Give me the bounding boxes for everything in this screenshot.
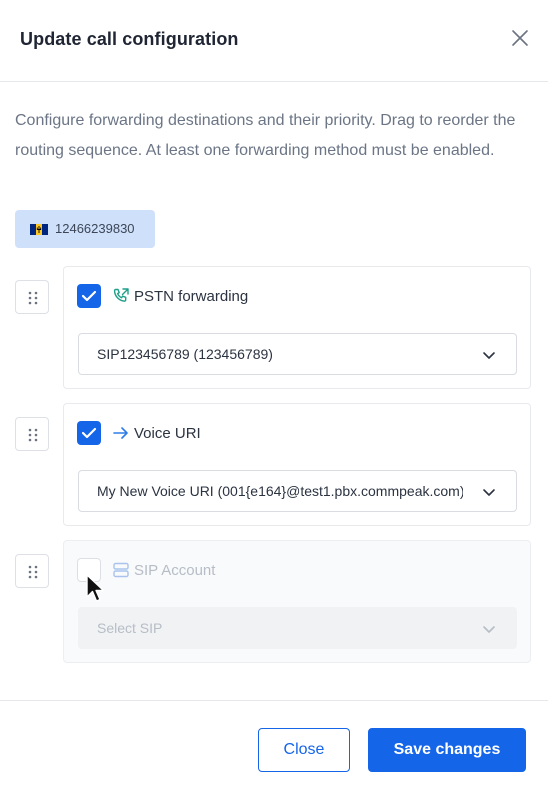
chevron-down-icon <box>483 352 495 359</box>
chevron-down-icon <box>483 626 495 633</box>
dialog-header: Update call configuration <box>0 0 548 82</box>
drag-handle-sip-account[interactable] <box>15 554 49 588</box>
drag-handle-voice-uri[interactable] <box>15 417 49 451</box>
chevron-down-icon <box>483 489 495 496</box>
voice-uri-checkbox[interactable] <box>77 421 101 445</box>
phone-number-chip: 12466239830 <box>15 210 155 248</box>
arrow-right-icon <box>113 427 128 439</box>
drag-grip-icon <box>28 565 38 579</box>
drag-handle-pstn[interactable] <box>15 280 49 314</box>
phone-number: 12466239830 <box>55 221 135 236</box>
pstn-select-value: SIP123456789 (123456789) <box>97 346 273 362</box>
sip-account-checkbox[interactable] <box>77 558 101 582</box>
save-changes-button[interactable]: Save changes <box>368 728 526 772</box>
drag-grip-icon <box>28 291 38 305</box>
phone-forward-icon <box>113 288 129 302</box>
dialog-title: Update call configuration <box>20 29 239 49</box>
update-call-config-dialog: Update call configuration Configure forw… <box>0 0 548 791</box>
pstn-checkbox[interactable] <box>77 284 101 308</box>
sip-account-label: SIP Account <box>134 562 216 579</box>
pstn-label: PSTN forwarding <box>134 288 249 305</box>
drag-grip-icon <box>28 428 38 442</box>
server-icon <box>113 562 129 578</box>
sip-account-select[interactable]: Select SIP <box>78 607 517 649</box>
close-button[interactable]: Close <box>258 728 350 772</box>
voice-uri-select[interactable]: My New Voice URI (001{e164}@test1.pbx.co… <box>78 470 517 512</box>
voice-uri-label: Voice URI <box>134 425 201 442</box>
option-card-pstn: PSTN forwarding SIP123456789 (123456789) <box>63 266 531 389</box>
voice-uri-select-value: My New Voice URI (001{e164}@test1.pbx.co… <box>97 483 463 499</box>
check-icon <box>81 427 97 439</box>
check-icon <box>81 290 97 302</box>
dialog-description: Configure forwarding destinations and th… <box>15 112 516 159</box>
pstn-select[interactable]: SIP123456789 (123456789) <box>78 333 517 375</box>
sip-account-select-placeholder: Select SIP <box>97 620 163 636</box>
dialog-footer: Close Save changes <box>0 700 548 791</box>
option-card-voice-uri: Voice URI My New Voice URI (001{e164}@te… <box>63 403 531 526</box>
barbados-flag-icon <box>30 224 48 235</box>
option-card-sip-account: SIP Account Select SIP <box>63 540 531 663</box>
close-icon[interactable] <box>509 27 531 49</box>
